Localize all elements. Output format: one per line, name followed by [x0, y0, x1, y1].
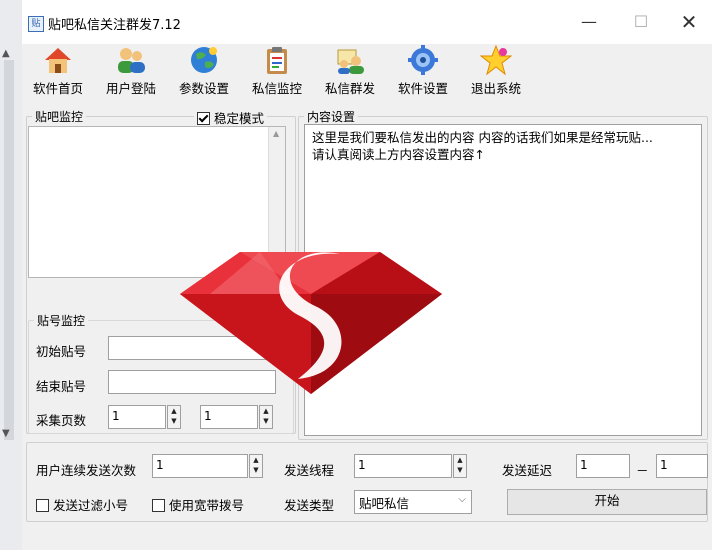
minimize-button[interactable]: —	[574, 8, 604, 36]
ruby-s-logo	[180, 244, 442, 394]
content-settings-legend: 内容设置	[307, 110, 356, 124]
maximize-button[interactable]: ☐	[626, 8, 656, 36]
toolbar-label: 软件首页	[32, 81, 83, 96]
stable-mode-check-icon	[197, 112, 210, 125]
toolbar-button-params[interactable]: 参数设置	[168, 44, 240, 100]
toolbar-button-settings[interactable]: 软件设置	[387, 44, 459, 100]
scroll-down-icon: ▼	[2, 428, 10, 439]
toolbar-label: 用户登陆	[105, 81, 156, 96]
stable-mode-checkbox[interactable]: 稳定模式	[194, 108, 267, 127]
send-type-value: 贴吧私信	[359, 496, 410, 511]
clipboard-icon	[261, 44, 293, 76]
toolbar-label: 退出系统	[470, 81, 521, 96]
pages-stepper-2[interactable]: ▲ ▼	[259, 405, 273, 429]
delay-min-input[interactable]: 1	[576, 454, 630, 478]
toolbar-label: 软件设置	[397, 81, 448, 96]
pages-input-1[interactable]: 1	[108, 405, 166, 429]
pages-stepper-1[interactable]: ▲ ▼	[167, 405, 181, 429]
window-title: 贴吧私信关注群发7.12	[48, 18, 181, 33]
toolbar: 软件首页 用户登陆 参数设置 私信监控 私信群发 软件设置 退出系统	[22, 44, 712, 100]
chevron-down-icon: ⌵	[458, 494, 466, 505]
toolbar-button-monitor[interactable]: 私信监控	[241, 44, 313, 100]
threads-stepper[interactable]: ▲ ▼	[453, 454, 467, 478]
toolbar-label: 参数设置	[178, 81, 229, 96]
toolbar-label: 私信群发	[324, 81, 375, 96]
end-post-label: 结束贴号	[36, 379, 87, 394]
star-exit-icon	[479, 44, 513, 76]
app-icon: 贴	[28, 16, 44, 32]
toolbar-label: 私信监控	[251, 81, 302, 96]
broadband-checkbox[interactable]: 使用宽带拨号	[152, 495, 244, 514]
post-monitor-legend: 贴号监控	[37, 314, 86, 328]
broadband-label: 使用宽带拨号	[168, 498, 244, 513]
background-window-strip: ▲ ▼	[0, 0, 23, 550]
filter-checkbox[interactable]: 发送过滤小号	[36, 495, 128, 514]
scroll-up-icon: ▲	[2, 48, 10, 59]
background-scrollbar	[4, 60, 14, 440]
toolbar-button-login[interactable]: 用户登陆	[95, 44, 167, 100]
consecutive-input[interactable]: 1	[152, 454, 248, 478]
filter-check-icon	[36, 499, 49, 512]
send-type-select[interactable]: 贴吧私信 ⌵	[354, 490, 472, 514]
start-post-label: 初始贴号	[36, 344, 87, 359]
consecutive-stepper[interactable]: ▲ ▼	[249, 454, 263, 478]
app-window: 贴 贴吧私信关注群发7.12 — ☐ ✕ 软件首页 用户登陆 参数设置 私信监控…	[22, 0, 712, 550]
pages-label: 采集页数	[36, 413, 87, 428]
toolbar-button-exit[interactable]: 退出系统	[460, 44, 532, 100]
pages-input-2[interactable]: 1	[200, 405, 258, 429]
delay-max-input[interactable]: 1	[656, 454, 708, 478]
globe-icon	[188, 44, 220, 76]
broadband-check-icon	[152, 499, 165, 512]
send-users-icon	[334, 44, 366, 76]
consecutive-label: 用户连续发送次数	[36, 463, 137, 478]
close-button[interactable]: ✕	[674, 8, 704, 36]
tieba-monitor-legend: 贴吧监控	[35, 110, 84, 124]
settings-icon	[407, 44, 439, 76]
send-type-label: 发送类型	[284, 498, 335, 513]
toolbar-button-home[interactable]: 软件首页	[22, 44, 94, 100]
delay-label: 发送延迟	[502, 463, 553, 478]
stable-mode-label: 稳定模式	[213, 111, 264, 126]
toolbar-button-mass-send[interactable]: 私信群发	[314, 44, 386, 100]
home-icon	[42, 44, 74, 76]
start-button[interactable]: 开始	[507, 489, 707, 515]
scroll-up-icon: ▲	[273, 129, 280, 138]
delay-dash: －	[636, 463, 649, 478]
threads-label: 发送线程	[284, 463, 335, 478]
users-icon	[115, 44, 147, 76]
threads-input[interactable]: 1	[354, 454, 452, 478]
title-bar: 贴 贴吧私信关注群发7.12 — ☐ ✕	[22, 0, 712, 44]
filter-label: 发送过滤小号	[52, 498, 128, 513]
